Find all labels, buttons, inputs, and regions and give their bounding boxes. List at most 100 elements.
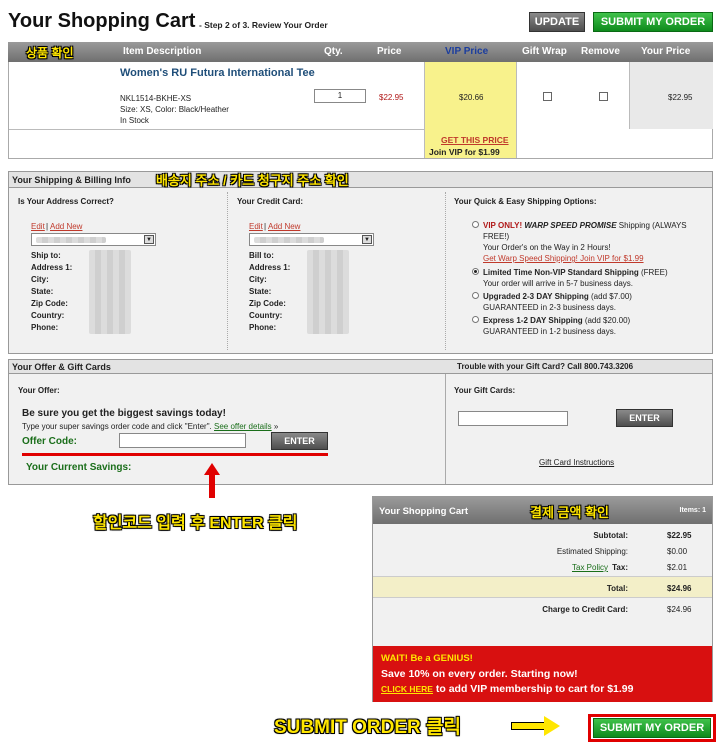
column-divider [227,192,228,350]
col-your-price: Your Price [641,46,691,57]
summary-items-count: Items: 1 [679,507,706,514]
col-price: Price [377,46,402,57]
vip-only-label: VIP ONLY! [483,221,525,230]
item-stock: In Stock [120,116,149,125]
gift-card-input[interactable] [458,411,568,426]
address1-label: Address 1: [249,263,291,272]
radio-express[interactable] [472,316,479,323]
radio-2-3-day[interactable] [472,292,479,299]
country-label: Country: [31,311,65,320]
offer-gift-panel: Your Offer & Gift Cards Trouble with you… [8,359,713,485]
total-row: Total: $24.96 [373,576,712,598]
col-item-description: Item Description [123,46,202,57]
link-separator: | [264,222,267,231]
address-select-value [36,237,106,243]
address-edit-link[interactable]: Edit [31,222,45,231]
promo-line1: Save 10% on every order. Starting now! [381,668,578,680]
card-add-new-link[interactable]: Add New [268,222,300,231]
payment-check-annotation: 결제 금액 확인 [530,505,609,520]
upgraded-note: GUARANTEED in 2-3 business days. [483,303,616,312]
shipping-option-2-3-day[interactable]: Upgraded 2-3 DAY Shipping (add $7.00) GU… [472,291,710,313]
address-add-new-link[interactable]: Add New [50,222,82,231]
address-select[interactable]: ▼ [31,233,156,246]
item-price: $22.95 [379,93,404,102]
promo-line2-text: to add VIP membership to cart for $1.99 [432,683,634,695]
offer-code-annotation: 할인코드 입력 후 ENTER 클릭 [93,515,298,532]
offer-enter-button[interactable]: ENTER [271,432,328,450]
order-summary-panel: Your Shopping Cart Items: 1 결제 금액 확인 Sub… [372,496,713,702]
offer-code-input[interactable] [119,433,246,448]
see-offer-details-link[interactable]: See offer details [214,422,272,431]
gift-wrap-checkbox[interactable] [543,92,552,101]
product-check-annotation: 상품 확인 [26,46,74,60]
gift-cards-label: Your Gift Cards: [454,386,516,395]
col-gift-wrap: Gift Wrap [522,46,567,57]
column-divider [445,192,446,350]
remove-checkbox[interactable] [599,92,608,101]
gift-card-instructions-link[interactable]: Gift Card Instructions [539,458,614,467]
item-name-link[interactable]: Women's RU Futura International Tee [120,67,320,79]
your-offer-label: Your Offer: [18,386,60,395]
quantity-input[interactable]: 1 [314,89,366,103]
subtotal-value: $22.95 [667,531,692,540]
standard-label: Limited Time Non-VIP Standard Shipping [483,268,639,277]
red-underline-annotation [22,453,328,456]
card-edit-link[interactable]: Edit [249,222,263,231]
zip-label: Zip Code: [249,299,286,308]
submit-order-annotation: SUBMIT ORDER 클릭 [274,717,461,738]
shipping-option-standard[interactable]: Limited Time Non-VIP Standard Shipping (… [472,267,710,289]
warp-speed-join-link[interactable]: Get Warp Speed Shipping! Join VIP for $1… [483,253,710,264]
card-fields: Bill to: Address 1: City: State: Zip Cod… [249,250,290,334]
offer-section-title: Your Offer & Gift Cards [12,362,111,372]
country-label: Country: [249,311,283,320]
standard-note: Your order will arrive in 5-7 business d… [483,279,633,288]
radio-standard[interactable] [472,268,479,275]
step-indicator: - Step 2 of 3. Review Your Order [199,20,328,30]
offer-instructions-text: Type your super savings order code and c… [22,422,214,431]
shipping-option-vip[interactable]: VIP ONLY! WARP SPEED PROMISE Shipping (A… [472,220,710,264]
chevron-down-icon: ▼ [144,235,154,244]
card-select[interactable]: ▼ [249,233,374,246]
city-label: City: [249,275,267,284]
submit-order-button-top[interactable]: SUBMIT MY ORDER [593,12,713,32]
standard-free: (FREE) [638,268,668,277]
link-separator: | [46,222,49,231]
shipping-section-header: Your Shipping & Billing Info [9,172,712,188]
update-button[interactable]: UPDATE [529,12,585,32]
col-qty: Qty. [324,46,343,57]
address-values-redacted [89,250,131,334]
offer-section-header: Your Offer & Gift Cards Trouble with you… [9,360,712,374]
shipping-section-title: Your Shipping & Billing Info [12,175,131,185]
upgraded-cost: (add $7.00) [588,292,632,301]
express-note: GUARANTEED in 1-2 business days. [483,327,616,336]
your-price: $22.95 [668,93,693,102]
gift-card-trouble: Trouble with your Gift Card? Call 800.74… [457,362,634,371]
address-check-annotation: 배송지 주소 / 카드 청구지 주소 확인 [156,173,349,188]
radio-warp-speed[interactable] [472,221,479,228]
summary-title: Your Shopping Cart [379,506,469,517]
city-label: City: [31,275,49,284]
shipping-billing-panel: Your Shipping & Billing Info 배송지 주소 / 카드… [8,171,713,354]
promo-title: WAIT! Be a GENIUS! [381,653,473,664]
tax-policy-link[interactable]: Tax Policy [572,563,608,572]
get-this-price-link[interactable]: GET THIS PRICE [441,135,509,145]
address-fields: Ship to: Address 1: City: State: Zip Cod… [31,250,72,334]
submit-order-button-bottom[interactable]: SUBMIT MY ORDER [593,718,711,738]
card-select-value [254,237,324,243]
shipping-label: Estimated Shipping: [556,547,628,556]
shipping-options-title: Your Quick & Easy Shipping Options: [454,197,597,206]
shipping-value: $0.00 [667,547,688,556]
vip-price: $20.66 [459,93,484,102]
warp-speed-label: WARP SPEED PROMISE [524,221,617,230]
shipping-option-express[interactable]: Express 1-2 DAY Shipping (add $20.00) GU… [472,315,710,337]
promo-click-here-link[interactable]: CLICK HERE [381,684,433,694]
offer-instructions: Type your super savings order code and c… [22,422,278,431]
gift-card-enter-button[interactable]: ENTER [616,409,673,427]
join-vip-text: Join VIP for $1.99 [429,147,500,157]
offer-code-label: Offer Code: [22,436,77,447]
total-value: $24.96 [667,584,692,593]
subtotal-label: Subtotal: [593,531,628,540]
your-price-cell: $22.95 [629,62,713,129]
bill-to-label: Bill to: [249,251,274,260]
tax-value: $2.01 [667,563,688,572]
